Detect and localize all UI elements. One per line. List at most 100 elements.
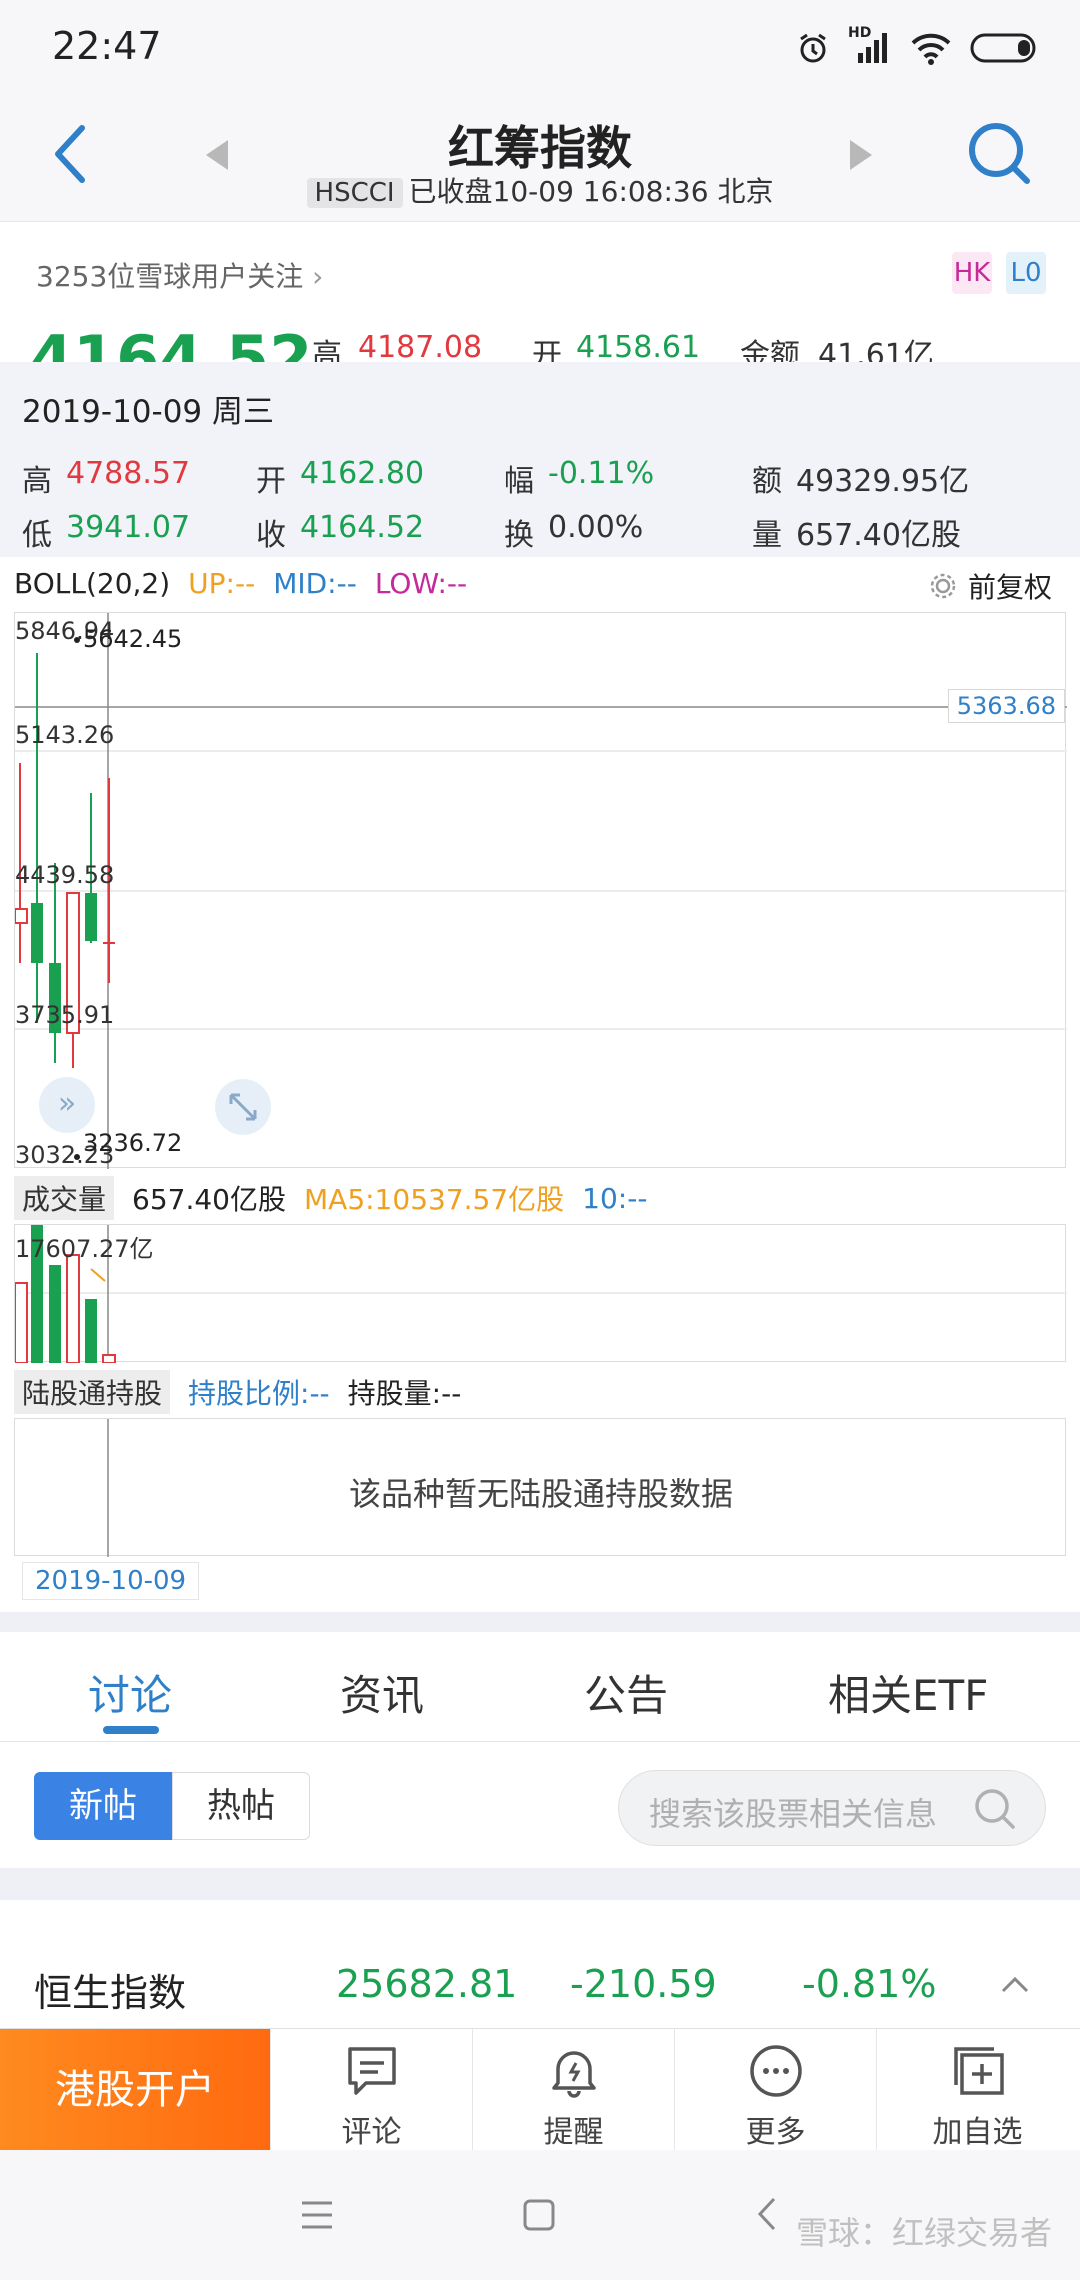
quote-amount: 41.61亿 <box>818 338 934 362</box>
more-label: 更多 <box>745 2115 806 2150</box>
expand-left-icon[interactable]: » <box>39 1077 95 1133</box>
bell-icon <box>552 2051 596 2098</box>
next-stock-icon[interactable] <box>848 138 874 172</box>
hk-connect-label: 陆股通持股 <box>14 1370 171 1414</box>
search-icon[interactable] <box>966 120 1032 186</box>
quote-high-label: 高 <box>312 338 342 362</box>
fullscreen-icon[interactable] <box>213 1077 273 1137</box>
comment-button[interactable]: 评论 <box>270 2029 472 2151</box>
quote-open: 4158.61 <box>576 330 701 362</box>
boll-indicator-row[interactable]: BOLL(20,2) UP:-- MID:-- LOW:-- <box>14 567 467 603</box>
wifi-icon <box>911 33 951 65</box>
detail-turnover-label: 换 <box>504 518 534 553</box>
detail-open: 4162.80 <box>300 456 425 491</box>
detail-turnover: 0.00% <box>548 510 644 545</box>
ticker-change: -210.59 <box>570 1962 717 2006</box>
crosshair-price: 5363.68 <box>947 689 1065 723</box>
add-watchlist-button[interactable]: 加自选 <box>876 2029 1078 2151</box>
volume-label: 成交量 <box>14 1176 115 1220</box>
hk-connect-ratio: 持股比例:-- <box>188 1377 330 1410</box>
ticker-price: 25682.81 <box>336 1962 518 2006</box>
comment-label: 评论 <box>341 2115 402 2150</box>
y-label-3: 4439.58 <box>15 861 115 889</box>
status-icons: HD <box>796 25 1040 68</box>
detail-date: 2019-10-09 周三 <box>22 394 275 430</box>
detail-range-label: 幅 <box>504 464 534 499</box>
level-tag: L0 <box>1006 252 1046 294</box>
system-back-icon[interactable] <box>756 2196 778 2232</box>
y-label-4: 3735.91 <box>15 1001 115 1029</box>
segment-hot-posts[interactable]: 热帖 <box>172 1772 310 1840</box>
detail-close-label: 收 <box>256 518 286 553</box>
index-ticker[interactable]: 恒生指数 25682.81 -210.59 -0.81% <box>0 1940 1080 2030</box>
adjust-label: 前复权 <box>967 571 1052 604</box>
detail-amount: 49329.95亿 <box>796 464 970 499</box>
kline-svg <box>15 613 1067 1169</box>
alarm-icon <box>800 33 826 63</box>
hk-connect-empty: 该品种暂无陆股通持股数据 <box>348 1475 733 1513</box>
remind-button[interactable]: 提醒 <box>472 2029 674 2151</box>
open-account-button[interactable]: 港股开户 <box>0 2029 270 2151</box>
section-divider-2 <box>0 1868 1080 1900</box>
followers-link[interactable]: 3253位雪球用户关注 › <box>36 255 323 295</box>
detail-close: 4164.52 <box>300 510 425 545</box>
menu-icon[interactable] <box>300 2200 334 2230</box>
boll-label: BOLL(20,2) <box>14 567 171 600</box>
detail-amount-label: 额 <box>752 464 782 499</box>
volume-chart[interactable]: 17607.27亿 <box>14 1224 1067 1363</box>
market-status: HSCCI 已收盘10-09 16:08:36 北京 <box>0 170 1080 210</box>
more-icon <box>750 2045 802 2097</box>
more-button[interactable]: 更多 <box>674 2029 876 2151</box>
hk-tag: HK <box>952 252 992 294</box>
volume-svg <box>15 1225 1067 1363</box>
chevron-up-icon[interactable] <box>1000 1974 1030 1994</box>
boll-up: UP:-- <box>188 567 256 600</box>
kline-chart[interactable]: 5846.94 5143.26 4439.58 3735.91 3032.23 … <box>14 612 1067 1169</box>
boll-low: LOW:-- <box>374 567 468 600</box>
remind-label: 提醒 <box>543 2115 604 2150</box>
tab-discussion[interactable]: 讨论 <box>88 1662 172 1723</box>
add-watchlist-label: 加自选 <box>932 2115 1023 2150</box>
detail-low-label: 低 <box>22 518 52 553</box>
search-placeholder: 搜索该股票相关信息 <box>649 1795 938 1833</box>
tab-indicator <box>103 1726 159 1734</box>
segment-new-posts[interactable]: 新帖 <box>34 1772 172 1840</box>
battery-icon <box>970 33 1036 63</box>
quote-amount-label: 金额 <box>740 338 800 362</box>
watermark: 雪球：红绿交易者 <box>795 2214 1052 2252</box>
volume-max-label: 17607.27亿 <box>15 1235 154 1263</box>
high-marker: 5642.45 <box>83 625 183 653</box>
title-bar: 红筹指数 HSCCI 已收盘10-09 16:08:36 北京 <box>0 100 1080 222</box>
add-watchlist-icon <box>954 2047 1004 2095</box>
quote-open-label: 开 <box>532 338 562 362</box>
volume-ma10: 10:-- <box>582 1181 648 1215</box>
stock-search-input[interactable]: 搜索该股票相关信息 <box>618 1770 1046 1846</box>
crosshair-date: 2019-10-09 <box>22 1562 200 1600</box>
gear-icon <box>930 573 956 599</box>
page-title: 红筹指数 <box>448 121 632 175</box>
hk-connect-row[interactable]: 陆股通持股 持股比例:-- 持股量:-- <box>14 1370 461 1414</box>
volume-ma5: MA5:10537.57亿股 <box>304 1183 565 1216</box>
ticker-name: 恒生指数 <box>34 1971 187 2015</box>
volume-indicator-row[interactable]: 成交量 657.40亿股 MA5:10537.57亿股 10:-- <box>14 1176 648 1220</box>
section-divider <box>0 1612 1080 1632</box>
bottom-action-bar: 港股开户 评论 提醒 更多 加自选 <box>0 2028 1080 2151</box>
home-icon[interactable] <box>522 2198 556 2232</box>
comment-icon <box>348 2047 396 2095</box>
tab-related-etf[interactable]: 相关ETF <box>828 1662 988 1723</box>
boll-mid: MID:-- <box>273 567 357 600</box>
search-pill-icon <box>975 1789 1015 1829</box>
detail-high-label: 高 <box>22 464 52 499</box>
followers-text: 3253位雪球用户关注 <box>36 260 304 293</box>
detail-low: 3941.07 <box>66 510 191 545</box>
hk-connect-chart: 该品种暂无陆股通持股数据 <box>14 1418 1066 1557</box>
detail-high: 4788.57 <box>66 456 191 491</box>
chevron-right-icon: › <box>312 260 324 293</box>
ticker-percent: -0.81% <box>802 1962 937 2006</box>
current-price: 4164.52 <box>30 322 313 362</box>
detail-open-label: 开 <box>256 464 286 499</box>
tab-announcements[interactable]: 公告 <box>584 1662 668 1723</box>
signal-icon: HD <box>848 25 892 65</box>
adjust-toggle[interactable]: 前复权 <box>928 566 1052 606</box>
tab-news[interactable]: 资讯 <box>340 1662 424 1723</box>
